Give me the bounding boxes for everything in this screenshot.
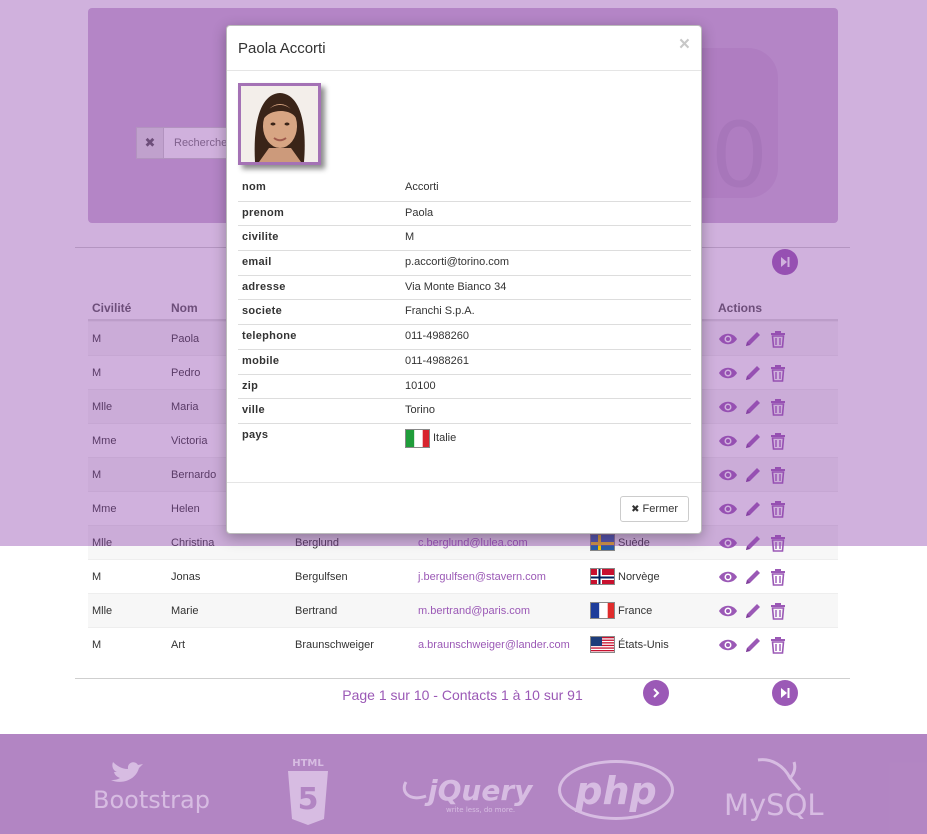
table-row: M Art Braunschweiger a.braunschweiger@la…	[88, 627, 838, 661]
detail-value: Franchi S.p.A.	[405, 305, 691, 317]
detail-key: civilite	[242, 231, 279, 244]
flag-icon	[405, 428, 430, 448]
pencil-icon[interactable]	[743, 635, 763, 655]
cell-pays: Norvège	[590, 568, 714, 585]
detail-value-text: Via Monte Bianco 34	[405, 280, 507, 293]
cell-civilite: Mlle	[92, 604, 113, 617]
eye-icon[interactable]	[718, 601, 738, 621]
eye-icon[interactable]	[718, 635, 738, 655]
detail-value: Via Monte Bianco 34	[405, 281, 691, 293]
detail-value: Accorti	[405, 181, 691, 193]
detail-row-zip: zip 10100	[238, 373, 691, 399]
cell-prenom: Bertrand	[295, 604, 338, 617]
cell-nom: Jonas	[171, 570, 201, 583]
chevron-right-icon	[653, 688, 660, 698]
cell-nom: Art	[171, 638, 186, 651]
table-row: M Jonas Bergulfsen j.bergulfsen@stavern.…	[88, 559, 838, 593]
cell-nom: Marie	[171, 604, 199, 617]
cell-email-link[interactable]: j.bergulfsen@stavern.com	[418, 571, 590, 583]
detail-key: societe	[242, 305, 283, 318]
detail-value: Italie	[405, 428, 691, 448]
cell-pays: France	[590, 602, 714, 619]
pencil-icon[interactable]	[743, 601, 763, 621]
detail-value-text: Franchi S.p.A.	[405, 305, 475, 318]
detail-key: mobile	[242, 354, 280, 367]
contact-details-table: nom Accorti prenom Paola civilite M emai…	[238, 176, 691, 448]
detail-value: p.accorti@torino.com	[405, 256, 691, 268]
cell-actions	[714, 635, 838, 655]
trash-icon[interactable]	[768, 601, 788, 621]
cell-email-link[interactable]: m.bertrand@paris.com	[418, 605, 590, 617]
detail-value: Torino	[405, 404, 691, 416]
detail-row-civilite: civilite M	[238, 225, 691, 250]
cell-actions	[714, 567, 838, 587]
trash-icon[interactable]	[768, 567, 788, 587]
detail-value: M	[405, 231, 691, 243]
fermer-button[interactable]: ✖ Fermer	[620, 496, 689, 522]
cell-email-link[interactable]: a.braunschweiger@lander.com	[418, 639, 590, 651]
skip-forward-icon	[781, 688, 790, 698]
detail-key: prenom	[242, 206, 285, 219]
country-label: États-Unis	[618, 638, 669, 651]
detail-value: 10100	[405, 380, 691, 392]
contact-photo	[238, 83, 321, 165]
cell-actions	[714, 601, 838, 621]
detail-value: 011-4988260	[405, 330, 691, 342]
last-page-button[interactable]	[772, 680, 798, 706]
detail-row-prenom: prenom Paola	[238, 200, 691, 226]
detail-value-text: Accorti	[405, 181, 439, 193]
cell-prenom: Braunschweiger	[295, 638, 374, 651]
footer-tint	[0, 734, 927, 834]
detail-row-ville: ville Torino	[238, 398, 691, 423]
detail-value-text: M	[405, 231, 415, 244]
country-label: Norvège	[618, 570, 660, 583]
detail-row-telephone: telephone 011-4988260	[238, 324, 691, 349]
table-row: Mlle Marie Bertrand m.bertrand@paris.com…	[88, 593, 838, 627]
close-icon: ✖	[631, 503, 640, 515]
detail-value: 011-4988261	[405, 355, 691, 367]
eye-icon[interactable]	[718, 567, 738, 587]
detail-key: email	[242, 256, 272, 269]
modal-header: Paola Accorti ×	[227, 26, 701, 71]
detail-value-text: Italie	[433, 432, 457, 445]
detail-row-nom: nom Accorti	[238, 176, 691, 201]
detail-value-text: Torino	[405, 404, 435, 417]
detail-value-text: 011-4988260	[405, 330, 470, 343]
pagination-info: Page 1 sur 10 - Contacts 1 à 10 sur 91	[342, 687, 583, 703]
flag-icon	[590, 568, 615, 585]
flag-icon	[590, 602, 615, 619]
country-label: France	[618, 604, 653, 617]
cell-civilite: M	[92, 638, 102, 651]
detail-key: pays	[242, 428, 269, 441]
detail-value-text: p.accorti@torino.com	[405, 256, 510, 269]
modal-title: Paola Accorti	[238, 39, 326, 57]
contact-detail-modal: Paola Accorti × nom Accorti prenom Paola…	[226, 25, 702, 534]
close-icon[interactable]: ×	[679, 34, 690, 56]
trash-icon[interactable]	[768, 635, 788, 655]
detail-key: zip	[242, 379, 259, 392]
detail-row-mobile: mobile 011-4988261	[238, 348, 691, 374]
detail-row-email: email p.accorti@torino.com	[238, 250, 691, 275]
detail-row-societe: societe Franchi S.p.A.	[238, 299, 691, 324]
modal-footer: ✖ Fermer	[227, 482, 701, 534]
detail-key: adresse	[242, 280, 286, 293]
fermer-button-label: Fermer	[642, 503, 678, 515]
detail-value-text: 10100	[405, 379, 436, 392]
cell-prenom: Bergulfsen	[295, 570, 348, 583]
detail-value-text: 011-4988261	[405, 354, 470, 367]
detail-value-text: Paola	[405, 206, 434, 219]
divider	[75, 678, 850, 679]
cell-pays: États-Unis	[590, 636, 714, 653]
pencil-icon[interactable]	[743, 567, 763, 587]
detail-row-pays: pays Italie	[238, 422, 691, 448]
next-page-button[interactable]	[643, 680, 669, 706]
detail-key: telephone	[242, 330, 297, 343]
detail-key: ville	[242, 404, 265, 417]
cell-civilite: M	[92, 570, 102, 583]
detail-value: Paola	[405, 207, 691, 219]
contact-portrait	[241, 86, 318, 162]
detail-row-adresse: adresse Via Monte Bianco 34	[238, 274, 691, 300]
detail-key: nom	[242, 181, 267, 193]
flag-icon	[590, 636, 615, 653]
